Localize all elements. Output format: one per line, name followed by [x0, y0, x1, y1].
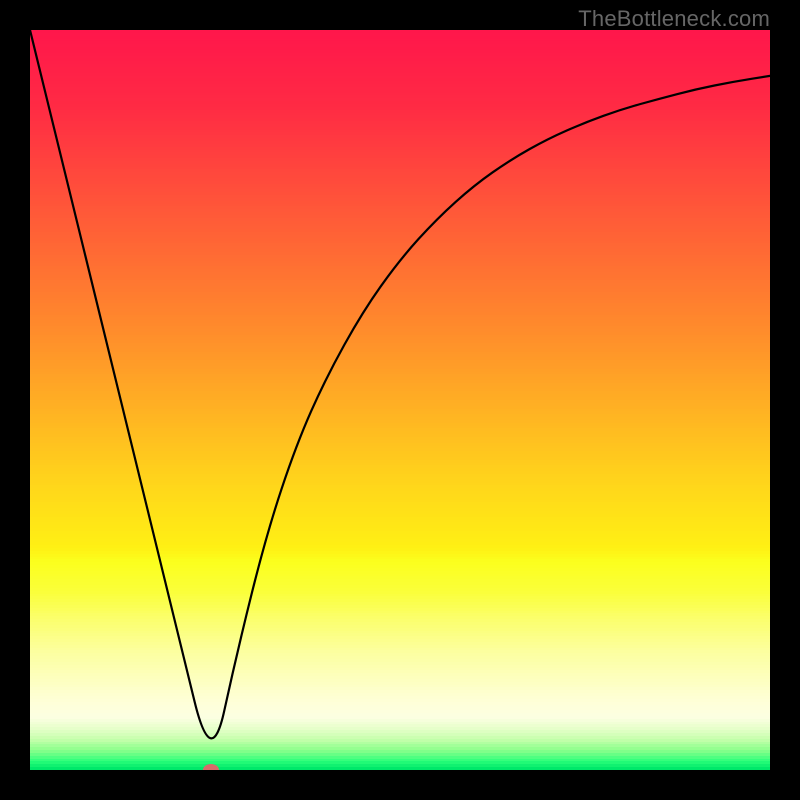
curve-layer [30, 30, 770, 770]
plot-area [30, 30, 770, 770]
bottleneck-curve [30, 30, 770, 738]
chart-frame: TheBottleneck.com [0, 0, 800, 800]
optimum-marker [203, 764, 219, 770]
watermark-text: TheBottleneck.com [578, 6, 770, 32]
